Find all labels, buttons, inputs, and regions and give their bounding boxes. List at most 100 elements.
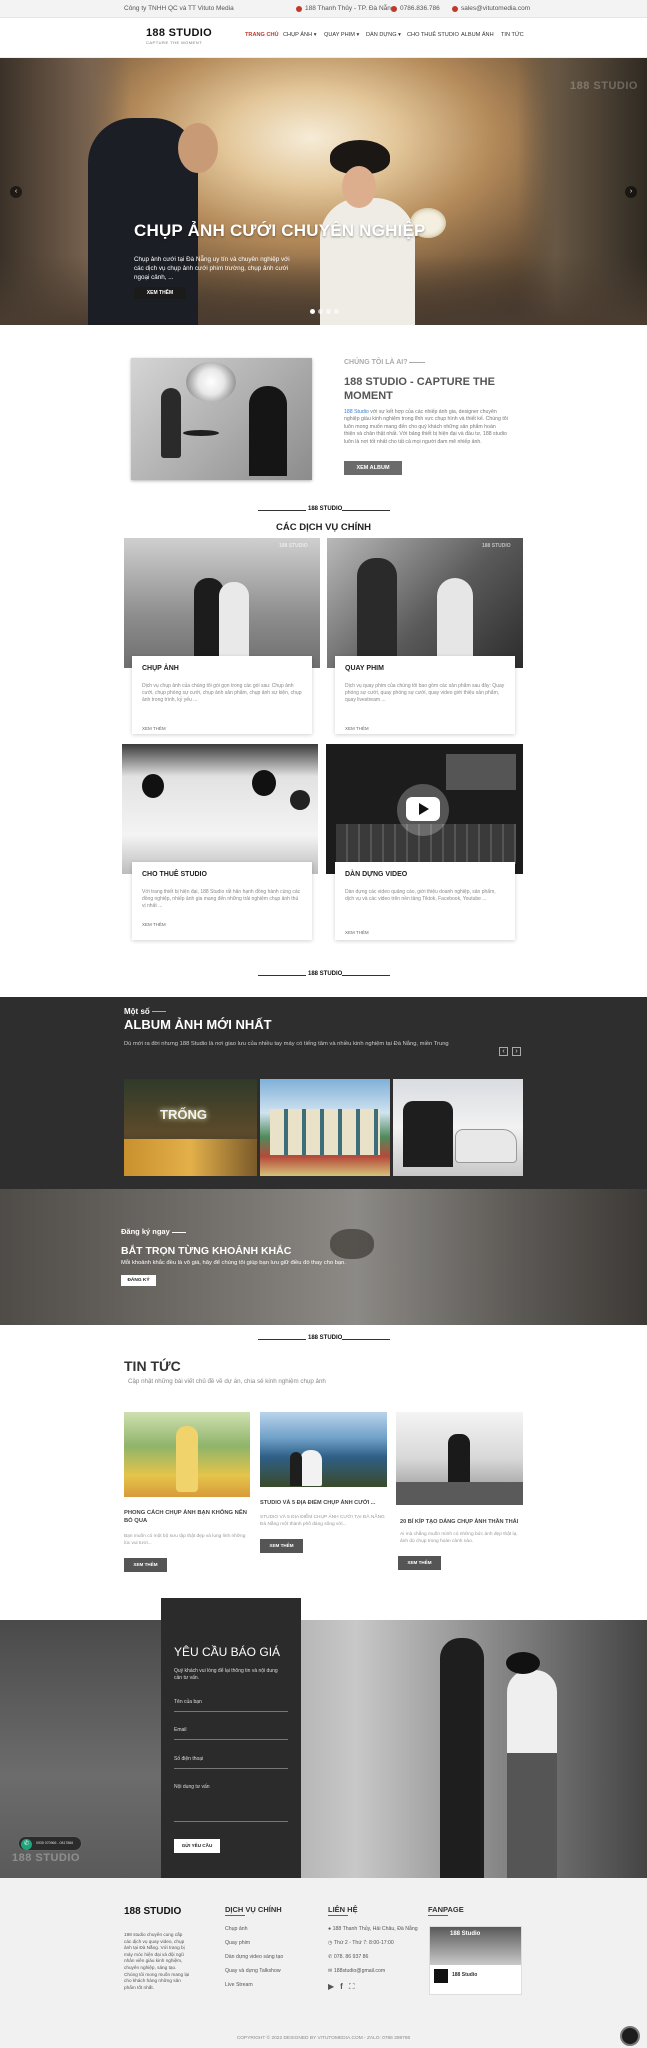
- softbox-light: [142, 774, 164, 798]
- service-card-studio[interactable]: CHO THUÊ STUDIO Với trang thiết bị hiện …: [132, 862, 312, 940]
- footer-fanpage-title: FANPAGE: [428, 1905, 464, 1914]
- building-facade: [270, 1109, 380, 1155]
- nav-production[interactable]: DÀN DỰNG ▾: [366, 32, 401, 38]
- nav-photo[interactable]: CHỤP ẢNH ▾: [283, 32, 317, 38]
- fanpage-widget[interactable]: 188 Studio 188 Studio: [429, 1926, 522, 1995]
- nav-video[interactable]: QUAY PHIM ▾: [324, 32, 359, 38]
- photo-watermark: 188 STUDIO: [482, 543, 511, 549]
- view-album-button[interactable]: XEM ALBUM: [344, 461, 402, 475]
- nav-news[interactable]: TIN TỨC: [501, 32, 524, 38]
- footer-service-link[interactable]: Chụp ảnh: [225, 1926, 248, 1933]
- footer-social: ▶ f ⛶: [328, 1982, 354, 1992]
- subscribe-overlay: [0, 1189, 647, 1325]
- email-item[interactable]: sales@vitutomedia.com: [452, 5, 530, 12]
- hero-title: CHỤP ẢNH CƯỚI CHUYÊN NGHIỆP: [134, 221, 426, 240]
- phone-field[interactable]: [174, 1768, 288, 1769]
- fanpage-cover-title: 188 Studio: [450, 1931, 481, 1937]
- slider-prev-arrow[interactable]: ‹: [10, 186, 22, 198]
- about-kicker-text: CHÚNG TÔI LÀ AI?: [344, 359, 408, 366]
- nav-home[interactable]: TRANG CHỦ: [245, 32, 279, 38]
- footer-service-link[interactable]: Dàn dựng video sáng tạo: [225, 1954, 283, 1961]
- name-field-label[interactable]: Tên của bạn: [174, 1699, 202, 1705]
- news-image[interactable]: [396, 1412, 523, 1505]
- news-item-title[interactable]: 20 BÍ KÍP TẠO DÁNG CHỤP ẢNH THẦN THÁI: [400, 1518, 523, 1526]
- chat-bubble-icon[interactable]: [620, 2026, 640, 2046]
- service-photo-image: 188 STUDIO: [124, 538, 320, 668]
- car-shape: [455, 1129, 517, 1163]
- service-card-photo[interactable]: CHỤP ẢNH Dịch vụ chụp ảnh của chúng tôi …: [132, 656, 312, 734]
- news-item-title[interactable]: PHONG CÁCH CHỤP ẢNH BẠN KHÔNG NÊN BỎ QUA: [124, 1509, 250, 1525]
- nav-album[interactable]: ALBUM ẢNH: [461, 32, 494, 38]
- phone-item[interactable]: 0786.836.786: [391, 5, 440, 12]
- footer-contact-phone[interactable]: ✆ 078. 86 937 86: [328, 1954, 368, 1961]
- service-more-link[interactable]: XEM THÊM: [345, 930, 369, 935]
- footer-service-link[interactable]: Live Stream: [225, 1982, 253, 1989]
- album-prev-button[interactable]: ‹: [499, 1047, 508, 1056]
- news-more-button[interactable]: XEM THÊM: [124, 1558, 167, 1572]
- footer-address-text: 188 Thanh Thủy, Hải Châu, Đà Nẵng: [332, 1926, 418, 1932]
- facebook-icon[interactable]: f: [340, 1982, 343, 1992]
- hero-cta-button[interactable]: XEM THÊM: [134, 287, 186, 299]
- news-item-title[interactable]: STUDIO VÀ 5 ĐỊA ĐIỂM CHỤP ẢNH CƯỚI ...: [260, 1499, 387, 1507]
- woman-figure: [507, 1670, 557, 1878]
- news-image[interactable]: [124, 1412, 250, 1497]
- slider-dot[interactable]: [310, 309, 315, 314]
- message-field[interactable]: [174, 1821, 288, 1822]
- news-image[interactable]: [260, 1412, 387, 1487]
- footer-hours-text: Thứ 2 - Thứ 7: 8:00-17:00: [333, 1940, 394, 1946]
- email-field-label[interactable]: Email: [174, 1727, 187, 1733]
- service-more-link[interactable]: XEM THÊM: [142, 922, 166, 927]
- address-item: 188 Thanh Thủy - TP. Đà Nẵng: [296, 5, 395, 12]
- footer-phone-text: 078. 86 937 86: [333, 1954, 369, 1960]
- footer-service-link[interactable]: Quay phim: [225, 1940, 250, 1947]
- slider-dot[interactable]: [334, 309, 339, 314]
- name-field[interactable]: [174, 1711, 288, 1712]
- news-more-button[interactable]: XEM THÊM: [260, 1539, 303, 1553]
- news-more-button[interactable]: XEM THÊM: [398, 1556, 441, 1570]
- album-next-button[interactable]: ›: [512, 1047, 521, 1056]
- youtube-icon[interactable]: ▶: [328, 1982, 334, 1992]
- service-title: DÀN DỰNG VIDEO: [345, 871, 408, 878]
- album-photo[interactable]: TRỐNG: [124, 1079, 257, 1176]
- subscribe-button[interactable]: ĐĂNG KÝ: [121, 1275, 156, 1286]
- woman-hat: [506, 1652, 540, 1674]
- chevron-down-icon: ▾: [356, 32, 360, 38]
- service-card-editing[interactable]: DÀN DỰNG VIDEO Dàn dựng các video quảng …: [335, 862, 515, 940]
- map-icon[interactable]: ⛶: [349, 1982, 355, 1992]
- nav-photo-label: CHỤP ẢNH: [283, 32, 313, 38]
- news-mini-logo: 188 STUDIO: [308, 1335, 343, 1341]
- service-more-link[interactable]: XEM THÊM: [142, 726, 166, 731]
- footer-service-link[interactable]: Quay và dựng Talkshow: [225, 1968, 281, 1975]
- service-more-link[interactable]: XEM THÊM: [345, 726, 369, 731]
- divider-right: [342, 510, 390, 511]
- message-field-label[interactable]: Nội dung tư vấn: [174, 1784, 210, 1790]
- submit-quote-button[interactable]: GỬI YÊU CẦU: [174, 1839, 220, 1853]
- quote-watermark: 188 STUDIO: [12, 1852, 80, 1864]
- footer-logo[interactable]: 188 STUDIO: [124, 1906, 181, 1917]
- play-button[interactable]: [406, 797, 440, 821]
- divider-left: [258, 975, 306, 976]
- footer-contact-email[interactable]: ✉ 188studio@gmail.com: [328, 1968, 385, 1975]
- softbox-light: [290, 790, 310, 810]
- footer: 188 STUDIO 188 studio chuyên cung cấp cá…: [0, 1878, 647, 2048]
- model-figure: [161, 388, 181, 458]
- about-text-highlight[interactable]: 188 Studio: [344, 409, 369, 415]
- album-desc: Dù mới ra đời nhưng 188 Studio là nơi gi…: [124, 1041, 449, 1047]
- slider-dot[interactable]: [318, 309, 323, 314]
- fanpage-avatar: [434, 1969, 448, 1983]
- album-photo[interactable]: [393, 1079, 523, 1176]
- service-card-video[interactable]: QUAY PHIM Dịch vụ quay phim của chúng tô…: [335, 656, 515, 734]
- quote-form: [161, 1598, 301, 1878]
- floating-phone-pill[interactable]: ✆ 0935 070966 - 0817866: [18, 1836, 82, 1851]
- floating-phone-text: 0935 070966 - 0817866: [36, 1841, 74, 1845]
- slider-next-arrow[interactable]: ›: [625, 186, 637, 198]
- subscribe-title: BẮT TRỌN TỪNG KHOẢNH KHẮC: [121, 1245, 292, 1257]
- hill-shape: [396, 1482, 523, 1505]
- slider-dot[interactable]: [326, 309, 331, 314]
- phone-field-label[interactable]: Số điện thoại: [174, 1756, 203, 1762]
- service-desc: Dàn dựng các video quảng cáo, giới thiệu…: [345, 889, 496, 902]
- nav-studio-rental[interactable]: CHO THUÊ STUDIO: [407, 32, 459, 38]
- email-field[interactable]: [174, 1739, 288, 1740]
- service-title: QUAY PHIM: [345, 665, 384, 672]
- album-photo[interactable]: [260, 1079, 390, 1176]
